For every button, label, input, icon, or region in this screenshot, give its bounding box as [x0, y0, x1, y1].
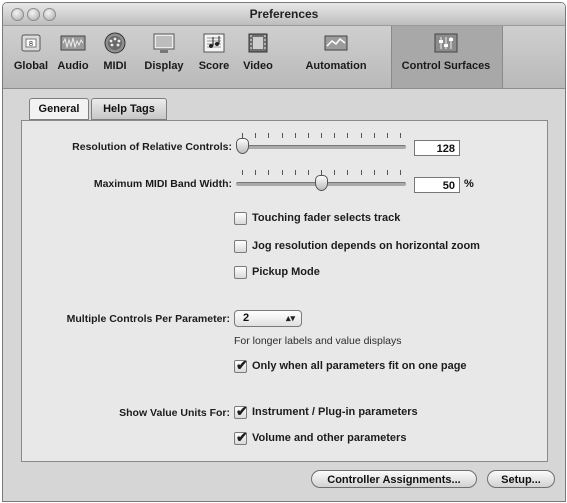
slider-tick: [347, 133, 349, 138]
score-icon: [201, 32, 227, 54]
slider-tick: [242, 170, 243, 175]
multiple-controls-label: Multiple Controls Per Parameter:: [66, 313, 230, 325]
preferences-window: Preferences 8 Global Audio MIDI Display …: [2, 2, 566, 502]
fit-one-page-label: Only when all parameters fit on one page: [252, 360, 467, 372]
slider-track: [236, 145, 406, 149]
resolution-slider[interactable]: [236, 131, 406, 155]
svg-text:8: 8: [29, 40, 33, 48]
slider-tick: [281, 133, 283, 138]
global-icon: 8: [18, 32, 44, 54]
slider-tick: [281, 170, 283, 175]
controller-assignments-button[interactable]: Controller Assignments...: [311, 470, 477, 488]
general-panel: Resolution of Relative Controls: 128 Max…: [21, 120, 548, 462]
toolbar-label-midi: MIDI: [103, 60, 127, 72]
slider-tick: [321, 170, 322, 175]
slider-tick: [307, 170, 309, 175]
tab-help-tags[interactable]: Help Tags: [91, 98, 167, 120]
resolution-label: Resolution of Relative Controls:: [72, 141, 232, 153]
jog-resolution-label: Jog resolution depends on horizontal zoo…: [252, 240, 480, 252]
slider-tick: [347, 170, 349, 175]
video-icon: [245, 32, 271, 54]
slider-tick: [334, 133, 336, 138]
toolbar-item-automation[interactable]: Automation: [299, 32, 373, 84]
toolbar-label-automation: Automation: [305, 60, 367, 72]
slider-tick: [334, 170, 336, 175]
toolbar-item-audio[interactable]: Audio: [53, 32, 93, 84]
checkmark-icon: ✔: [236, 403, 248, 419]
slider-knob[interactable]: [236, 138, 249, 154]
title-bar: Preferences: [3, 3, 565, 26]
toolbar-item-global[interactable]: 8 Global: [11, 32, 51, 84]
volume-units-checkbox[interactable]: ✔: [234, 429, 248, 445]
slider-tick: [373, 170, 375, 175]
pickup-mode-checkbox[interactable]: [234, 266, 247, 279]
fit-one-page-checkbox[interactable]: ✔: [234, 357, 248, 373]
toolbar-label-video: Video: [243, 60, 273, 72]
preferences-toolbar: 8 Global Audio MIDI Display Score Video …: [3, 26, 565, 89]
slider-tick: [360, 170, 362, 175]
slider-tick: [386, 170, 388, 175]
toolbar-item-display[interactable]: Display: [137, 32, 191, 84]
toolbar-item-control-surfaces[interactable]: Control Surfaces: [395, 32, 497, 84]
display-icon: [151, 32, 177, 54]
touching-fader-label: Touching fader selects track: [252, 212, 401, 224]
slider-tick: [294, 170, 296, 175]
toolbar-label-score: Score: [198, 60, 230, 72]
resolution-value-field[interactable]: 128: [414, 140, 460, 156]
jog-resolution-checkbox[interactable]: [234, 240, 247, 253]
slider-tick: [268, 170, 270, 175]
setup-button[interactable]: Setup...: [487, 470, 555, 488]
slider-tick: [373, 133, 375, 138]
bandwidth-unit: %: [464, 178, 474, 190]
popup-arrows-icon: ▴▾: [285, 313, 295, 323]
toolbar-label-display: Display: [144, 60, 184, 72]
control-surfaces-icon: [433, 32, 459, 54]
toolbar-item-score[interactable]: Score: [193, 32, 235, 84]
multiple-controls-hint: For longer labels and value displays: [234, 335, 402, 347]
bandwidth-value-field[interactable]: 50: [414, 177, 460, 193]
slider-tick: [307, 133, 309, 138]
slider-tick: [255, 133, 257, 138]
tab-general[interactable]: General: [29, 98, 89, 120]
toolbar-label-global: Global: [13, 60, 49, 72]
window-title: Preferences: [249, 7, 319, 21]
multiple-controls-popup[interactable]: 2 ▴▾: [234, 310, 302, 327]
checkmark-icon: ✔: [236, 357, 248, 373]
toolbar-item-midi[interactable]: MIDI: [95, 32, 135, 84]
show-value-units-label: Show Value Units For:: [119, 407, 230, 419]
checkmark-icon: ✔: [236, 429, 248, 445]
bandwidth-label: Maximum MIDI Band Width:: [93, 178, 232, 190]
pickup-mode-label: Pickup Mode: [252, 266, 320, 278]
toolbar-label-control-surfaces: Control Surfaces: [401, 60, 491, 72]
slider-tick: [360, 133, 362, 138]
midi-icon: [102, 32, 128, 54]
multiple-controls-value: 2: [243, 312, 250, 324]
instrument-units-checkbox[interactable]: ✔: [234, 403, 248, 419]
audio-icon: [60, 32, 86, 54]
toolbar-label-audio: Audio: [57, 60, 89, 72]
bandwidth-slider[interactable]: [236, 168, 406, 192]
instrument-units-label: Instrument / Plug-in parameters: [252, 406, 418, 418]
slider-tick: [255, 170, 257, 175]
slider-tick: [268, 133, 270, 138]
volume-units-label: Volume and other parameters: [252, 432, 407, 444]
slider-knob[interactable]: [315, 175, 328, 191]
slider-tick: [386, 133, 388, 138]
touching-fader-checkbox[interactable]: [234, 212, 247, 225]
slider-tick: [321, 133, 322, 138]
slider-tick: [400, 133, 401, 138]
slider-tick: [242, 133, 243, 138]
toolbar-item-video[interactable]: Video: [237, 32, 279, 84]
slider-tick: [400, 170, 401, 175]
automation-icon: [323, 32, 349, 54]
slider-tick: [294, 133, 296, 138]
